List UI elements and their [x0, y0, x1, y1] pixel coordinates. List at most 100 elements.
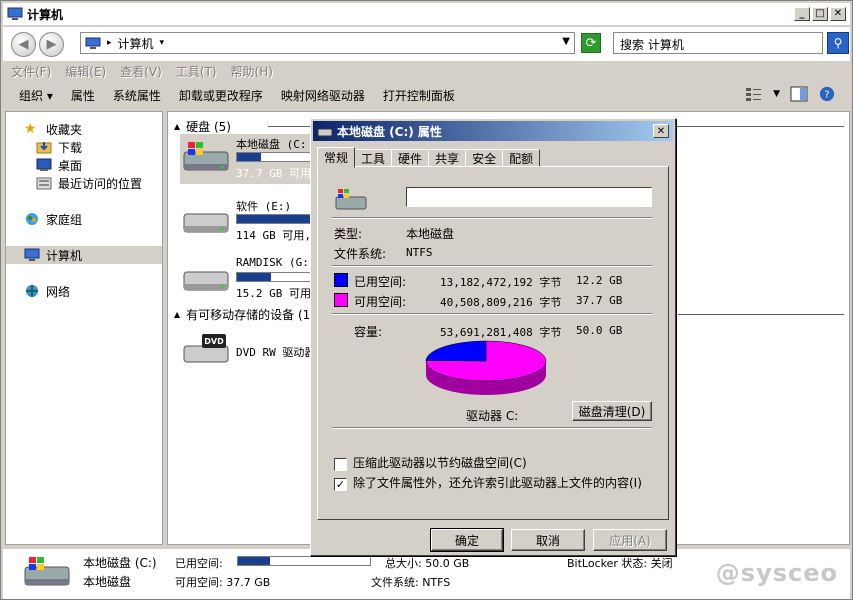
nav-favorites[interactable]: ★ 收藏夹 — [6, 120, 162, 138]
drive-dvd[interactable]: DVD DVD RW 驱动器 — [180, 324, 320, 374]
menu-edit[interactable]: 编辑(E) — [65, 63, 106, 80]
type-label: 类型: — [334, 227, 363, 241]
details-free-space: 可用空间: 37.7 GB — [175, 576, 271, 589]
removable-group-header[interactable]: ▲ 有可移动存储的设备 (1 — [174, 306, 310, 323]
menu-file[interactable]: 文件(F) — [11, 63, 51, 80]
free-space-label: 可用空间: — [354, 295, 407, 309]
ok-button[interactable]: 确定 — [430, 528, 504, 552]
desktop-icon — [36, 158, 52, 171]
cancel-button[interactable]: 取消 — [511, 529, 585, 551]
nav-recent-places[interactable]: 最近访问的位置 — [6, 174, 162, 192]
help-icon[interactable]: ? — [818, 86, 836, 102]
nav-network[interactable]: 网络 — [6, 282, 162, 300]
view-options-icon[interactable] — [745, 86, 763, 102]
forward-button[interactable]: ▶ — [39, 32, 64, 57]
tab-quota[interactable]: 配额 — [502, 149, 541, 167]
tab-general[interactable]: 常规 — [317, 147, 356, 168]
windows-drive-icon — [183, 142, 229, 171]
dialog-title-bar[interactable]: 本地磁盘 (C:) 属性 ✕ — [313, 121, 673, 141]
index-content-checkbox[interactable]: ✓ 除了文件属性外，还允许索引此驱动器上文件的内容(I) — [334, 477, 654, 491]
preview-pane-icon[interactable] — [790, 86, 808, 102]
apply-button[interactable]: 应用(A) — [593, 529, 667, 551]
dialog-close-button[interactable]: ✕ — [653, 124, 669, 138]
used-space-label: 已用空间: — [354, 275, 407, 289]
drive-free-space: 15.2 GB 可用 — [236, 287, 311, 300]
back-button[interactable]: ◀ — [11, 32, 36, 57]
nav-downloads[interactable]: 下载 — [6, 138, 162, 156]
tab-security[interactable]: 安全 — [465, 149, 504, 167]
svg-text:?: ? — [824, 90, 829, 101]
collapse-icon[interactable]: ▲ — [174, 122, 180, 131]
dvd-drive-icon: DVD — [183, 334, 229, 363]
windows-drive-icon — [24, 557, 70, 586]
breadcrumb-separator[interactable]: ▸ — [107, 38, 112, 48]
nav-homegroup[interactable]: 家庭组 — [6, 210, 162, 228]
breadcrumb-computer[interactable]: 计算机 — [118, 35, 154, 52]
removable-group-divider — [678, 314, 844, 315]
used-space-gb: 12.2 GB — [576, 274, 623, 287]
address-bar[interactable]: ▸ 计算机 ▾ ▼ — [80, 32, 575, 54]
details-bitlocker: BitLocker 状态: 关闭 — [567, 557, 673, 570]
search-input[interactable]: 搜索 计算机 — [613, 32, 823, 54]
pie-slice-used — [425, 340, 487, 362]
capacity-label: 容量: — [354, 325, 383, 339]
collapse-icon[interactable]: ▲ — [174, 310, 180, 319]
tab-hardware[interactable]: 硬件 — [391, 149, 430, 167]
system-properties-button[interactable]: 系统属性 — [113, 87, 161, 104]
network-icon — [26, 285, 38, 297]
type-value: 本地磁盘 — [406, 227, 455, 241]
breadcrumb-dropdown[interactable]: ▾ — [160, 38, 165, 48]
drive-name: 本地磁盘 (C: — [236, 138, 307, 151]
address-dropdown-icon[interactable]: ▼ — [562, 36, 570, 47]
hdd-group-header[interactable]: ▲ 硬盘 (5) — [174, 118, 231, 135]
close-button[interactable]: ✕ — [830, 7, 846, 21]
navigation-pane: ★ 收藏夹 下载 桌面 最近访问的位置 家庭组 计算机 网络 — [5, 111, 163, 545]
recent-places-icon — [36, 177, 52, 190]
separator — [332, 427, 652, 429]
organize-button[interactable]: 组织 ▾ — [19, 87, 53, 104]
computer-icon — [85, 37, 101, 49]
minimize-button[interactable]: _ — [794, 7, 810, 21]
menu-view[interactable]: 查看(V) — [120, 63, 162, 80]
hard-drive-icon — [183, 213, 229, 233]
search-icon[interactable]: ⚲ — [827, 32, 849, 54]
nav-desktop[interactable]: 桌面 — [6, 156, 162, 174]
drive-c[interactable]: 本地磁盘 (C: 37.7 GB 可用 — [180, 134, 336, 184]
details-pane: 本地磁盘 (C:) 本地磁盘 已用空间: 可用空间: 37.7 GB 总大小: … — [3, 549, 850, 599]
drive-name: 软件 (E:) — [236, 200, 292, 213]
drive-letter-label: 驱动器 C: — [466, 409, 519, 423]
dialog-tabs: 常规 工具 硬件 共享 安全 配额 — [317, 147, 541, 168]
drive-e[interactable]: 软件 (E:) 114 GB 可用, — [180, 196, 336, 246]
drive-name: DVD RW 驱动器 — [236, 346, 316, 359]
menu-help[interactable]: 帮助(H) — [231, 63, 273, 80]
computer-icon — [7, 7, 23, 20]
volume-name-input[interactable] — [406, 187, 652, 207]
compress-drive-checkbox[interactable]: 压缩此驱动器以节约磁盘空间(C) — [334, 457, 527, 471]
uninstall-program-button[interactable]: 卸载或更改程序 — [179, 87, 263, 104]
dialog-title: 本地磁盘 (C:) 属性 — [337, 124, 442, 139]
view-dropdown-icon[interactable]: ▼ — [773, 89, 780, 99]
menu-tools[interactable]: 工具(T) — [176, 63, 217, 80]
open-control-panel-button[interactable]: 打开控制面板 — [383, 87, 455, 104]
properties-button[interactable]: 属性 — [71, 87, 95, 104]
drive-free-space: 114 GB 可用, — [236, 229, 311, 242]
drive-g[interactable]: RAMDISK (G:) 15.2 GB 可用 — [180, 254, 336, 304]
separator — [332, 265, 652, 267]
details-usage-bar — [237, 556, 371, 566]
tab-sharing[interactable]: 共享 — [428, 149, 467, 167]
free-space-bytes: 40,508,809,216 字节 — [440, 296, 562, 309]
general-tab-panel: 类型: 本地磁盘 文件系统: NTFS 已用空间: 13,182,472,192… — [317, 166, 669, 520]
drive-name: RAMDISK (G:) — [236, 256, 316, 269]
separator — [332, 313, 652, 315]
tab-tools[interactable]: 工具 — [354, 149, 393, 167]
map-network-drive-button[interactable]: 映射网络驱动器 — [281, 87, 365, 104]
nav-computer[interactable]: 计算机 — [6, 246, 162, 264]
disk-cleanup-button[interactable]: 磁盘清理(D) — [572, 401, 652, 421]
windows-drive-icon — [335, 189, 367, 210]
refresh-icon[interactable]: ⟳ — [581, 33, 601, 53]
title-bar[interactable]: 计算机 _ □ ✕ — [3, 3, 850, 25]
homegroup-icon — [26, 213, 38, 225]
used-space-bytes: 13,182,472,192 字节 — [440, 276, 562, 289]
used-space-swatch — [334, 273, 348, 287]
maximize-button[interactable]: □ — [812, 7, 828, 21]
